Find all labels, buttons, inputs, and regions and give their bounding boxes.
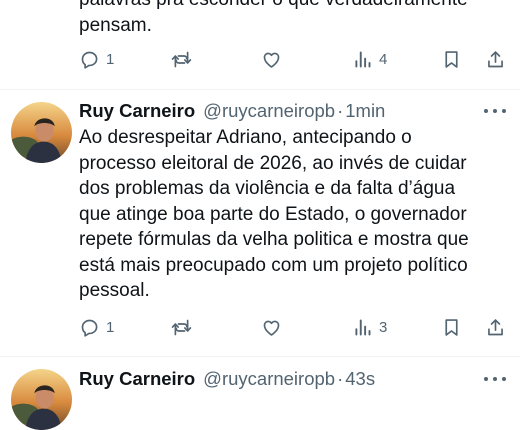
share-icon xyxy=(485,317,506,338)
tweet-header: Ruy Carneiro @ruycarneiropb · 1min xyxy=(79,100,385,122)
previous-tweet-actions: 1 4 xyxy=(79,49,509,73)
like-icon xyxy=(261,317,282,338)
previous-tweet-text: palavras pra esconder o que verdadeirame… xyxy=(79,0,509,38)
author-name[interactable]: Ruy Carneiro xyxy=(79,368,195,390)
share-icon xyxy=(485,49,506,70)
views-icon xyxy=(352,49,373,70)
more-button[interactable] xyxy=(484,374,506,384)
retweet-button[interactable] xyxy=(171,49,192,70)
tweet-divider xyxy=(0,356,520,357)
tweet-text-line: palavras pra esconder o que verdadeirame… xyxy=(79,0,509,13)
bookmark-button[interactable] xyxy=(441,49,462,70)
reply-button[interactable]: 1 xyxy=(79,317,114,338)
like-button[interactable] xyxy=(261,49,282,70)
bookmark-icon xyxy=(441,317,462,338)
bookmark-icon xyxy=(441,49,462,70)
reply-icon xyxy=(79,317,100,338)
tweet-text-line: repete fórmulas da velha politica e most… xyxy=(79,229,469,250)
more-icon xyxy=(484,377,506,381)
like-icon xyxy=(261,49,282,70)
views-button[interactable]: 4 xyxy=(352,49,387,70)
view-count: 3 xyxy=(379,319,388,336)
retweet-icon xyxy=(171,317,192,338)
bookmark-button[interactable] xyxy=(441,317,462,338)
share-button[interactable] xyxy=(485,49,506,70)
more-button[interactable] xyxy=(484,106,506,116)
view-count: 4 xyxy=(379,51,388,68)
tweet-text-line: que atinge boa parte do Estado, o govern… xyxy=(79,203,467,225)
reply-count: 1 xyxy=(106,51,115,68)
like-button[interactable] xyxy=(261,317,282,338)
more-icon xyxy=(484,109,506,113)
views-icon xyxy=(352,317,373,338)
tweet-text-line: Ao desrespeitar Adriano, antecipando o xyxy=(79,127,412,148)
tweet-text: Ao desrespeitar Adriano, antecipando o p… xyxy=(79,125,511,304)
tweet-divider xyxy=(0,89,520,90)
tweet-text-line: pensam. xyxy=(79,14,152,36)
author-handle[interactable]: @ruycarneiropb xyxy=(203,100,335,122)
header-separator: · xyxy=(337,100,344,121)
tweet-actions: 1 3 xyxy=(79,317,509,341)
tweet-text-line: processo eleitoral de 2026, ao invés de … xyxy=(79,152,467,174)
retweet-button[interactable] xyxy=(171,317,192,338)
tweet-timestamp[interactable]: 1min xyxy=(345,100,385,122)
reply-button[interactable]: 1 xyxy=(79,49,114,70)
avatar[interactable] xyxy=(11,102,72,163)
tweet-timestamp[interactable]: 43s xyxy=(345,368,375,390)
tweet-text-line: está mais preocupado com um projeto polí… xyxy=(79,254,468,276)
share-button[interactable] xyxy=(485,317,506,338)
reply-icon xyxy=(79,49,100,70)
tweet-header: Ruy Carneiro @ruycarneiropb · 43s xyxy=(79,368,375,390)
views-button[interactable]: 3 xyxy=(352,317,387,338)
tweet-text-line: pessoal. xyxy=(79,280,150,301)
reply-count: 1 xyxy=(106,319,115,336)
retweet-icon xyxy=(171,49,192,70)
author-handle[interactable]: @ruycarneiropb xyxy=(203,368,335,390)
tweet-text-line: dos problemas da violência e da falta d’… xyxy=(79,178,456,199)
header-separator: · xyxy=(337,368,344,389)
author-name[interactable]: Ruy Carneiro xyxy=(79,100,195,122)
